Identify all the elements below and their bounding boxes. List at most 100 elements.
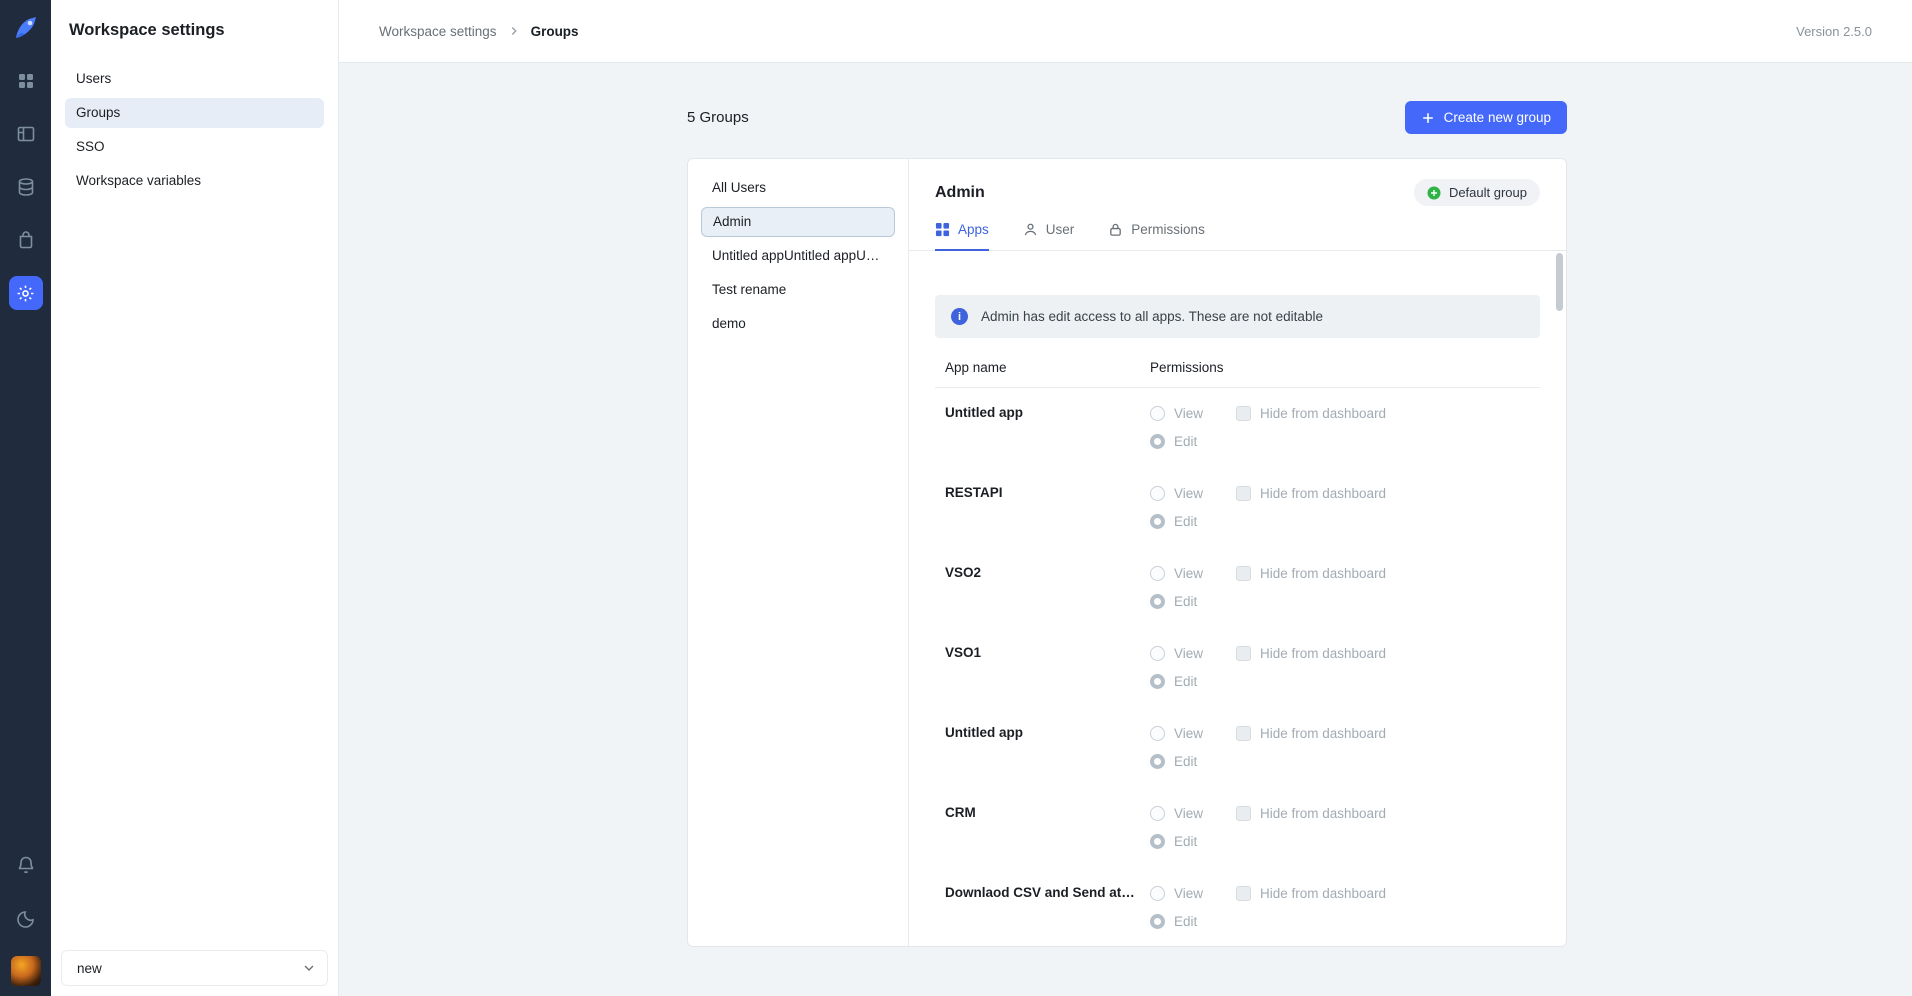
edit-radio-control	[1150, 914, 1165, 929]
info-icon	[951, 308, 968, 325]
sidebar-item-users[interactable]: Users	[65, 64, 324, 94]
group-list-item[interactable]: All Users	[701, 173, 895, 203]
group-title: Admin	[935, 184, 985, 202]
workspace-name: new	[77, 961, 102, 976]
app-permission-row: Untitled appViewEditHide from dashboard	[935, 724, 1540, 770]
group-list-item[interactable]: demo	[701, 309, 895, 339]
create-new-group-button[interactable]: Create new group	[1405, 101, 1567, 134]
group-detail-header: Admin Default group	[909, 159, 1566, 206]
group-list-item[interactable]: Test rename	[701, 275, 895, 305]
edit-radio: Edit	[1150, 432, 1236, 450]
lock-icon	[1108, 222, 1123, 237]
breadcrumb-current: Groups	[531, 24, 579, 39]
control-label: View	[1174, 646, 1203, 661]
checkbox-control	[1236, 486, 1251, 501]
control-label: Edit	[1174, 674, 1197, 689]
page-header: 5 Groups Create new group	[687, 101, 1567, 134]
control-label: Hide from dashboard	[1260, 486, 1386, 501]
tab-permissions[interactable]: Permissions	[1108, 222, 1205, 251]
app-permission-row: VSO2ViewEditHide from dashboard	[935, 564, 1540, 610]
view-radio-control	[1150, 806, 1165, 821]
app-permission-row: Untitled appView Edit Hide from dashboard	[935, 404, 1540, 450]
green-plus-dot-icon	[1427, 186, 1441, 200]
scrollbar-thumb[interactable]	[1556, 253, 1563, 311]
hide-from-dashboard-checkbox: Hide from dashboard	[1236, 404, 1386, 422]
version-label: Version 2.5.0	[1796, 24, 1872, 39]
control-label: Hide from dashboard	[1260, 406, 1386, 421]
main-content: 5 Groups Create new group All Users Admin…	[339, 63, 1912, 996]
control-label: Hide from dashboard	[1260, 566, 1386, 581]
create-button-label: Create new group	[1444, 110, 1551, 125]
control-label: Edit	[1174, 914, 1197, 929]
user-avatar[interactable]	[11, 956, 41, 986]
column-app-name: App name	[945, 360, 1150, 375]
control-label: Hide from dashboard	[1260, 886, 1386, 901]
breadcrumb-root[interactable]: Workspace settings	[379, 24, 497, 39]
dark-mode-moon-icon[interactable]	[9, 902, 43, 936]
group-list-item[interactable]: Untitled appUntitled appUntitle…	[701, 241, 895, 271]
edit-radio: Edit	[1150, 912, 1236, 930]
control-label: Edit	[1174, 594, 1197, 609]
tab-apps[interactable]: Apps	[935, 222, 989, 251]
sidebar-item-groups[interactable]: Groups	[65, 98, 324, 128]
rail-nav	[9, 64, 43, 310]
group-list-item[interactable]: Admin	[701, 207, 895, 237]
edit-radio-control	[1150, 594, 1165, 609]
badge-label: Default group	[1449, 185, 1527, 200]
view-radio: View	[1150, 884, 1236, 902]
grid-icon	[935, 222, 950, 237]
group-detail-pane: Admin Default group AppsUserPermissions …	[909, 159, 1566, 946]
sidebar-item-sso[interactable]: SSO	[65, 132, 324, 162]
hide-from-dashboard-checkbox: Hide from dashboard	[1236, 724, 1386, 742]
groups-count: 5 Groups	[687, 109, 749, 126]
hide-from-dashboard-checkbox: Hide from dashboard	[1236, 884, 1386, 902]
edit-radio: Edit	[1150, 752, 1236, 770]
app-name: Downlaod CSV and Send attac…	[945, 884, 1150, 930]
rail-bottom	[9, 848, 43, 996]
app-rows: Untitled appViewEditHide from dashboardR…	[935, 388, 1540, 930]
view-radio-control	[1150, 566, 1165, 581]
tab-user[interactable]: User	[1023, 222, 1075, 251]
marketplace-icon[interactable]	[9, 223, 43, 257]
control-label: View	[1174, 886, 1203, 901]
app-name: VSO1	[945, 644, 1150, 690]
view-radio: View	[1150, 484, 1236, 502]
checkbox-control	[1236, 806, 1251, 821]
hide-from-dashboard-checkbox: Hide from dashboard	[1236, 644, 1386, 662]
tooljet-logo-icon[interactable]	[12, 14, 40, 42]
tab-label: Permissions	[1131, 222, 1205, 237]
hide-from-dashboard-checkbox: Hide from dashboard	[1236, 484, 1386, 502]
settings-icon[interactable]	[9, 276, 43, 310]
control-label: Hide from dashboard	[1260, 646, 1386, 661]
apps-permissions-panel: Admin has edit access to all apps. These…	[909, 251, 1566, 946]
sidebar-item-workspace-variables[interactable]: Workspace variables	[65, 166, 324, 196]
app-permission-row: VSO1 View Edit Hide from dashboard	[935, 644, 1540, 690]
chevron-down-icon	[301, 960, 317, 976]
control-label: View	[1174, 566, 1203, 581]
notice-banner: Admin has edit access to all apps. These…	[935, 295, 1540, 338]
breadcrumb: Workspace settings Groups	[379, 24, 579, 39]
editor-icon[interactable]	[9, 117, 43, 151]
view-radio-control	[1150, 726, 1165, 741]
database-icon[interactable]	[9, 170, 43, 204]
checkbox-control	[1236, 566, 1251, 581]
sidebar-title: Workspace settings	[51, 0, 338, 40]
app-permission-row: RESTAPIViewEditHide from dashboard	[935, 484, 1540, 530]
control-label: Edit	[1174, 834, 1197, 849]
view-radio-control	[1150, 886, 1165, 901]
checkbox-control	[1236, 406, 1251, 421]
edit-radio-control	[1150, 834, 1165, 849]
settings-sidebar: Workspace settings Users Groups SSO Workspa…	[51, 0, 339, 996]
app-name: CRM	[945, 804, 1150, 850]
notifications-bell-icon[interactable]	[9, 848, 43, 882]
view-radio: View	[1150, 404, 1236, 422]
app-name: Untitled app	[945, 404, 1150, 450]
notice-text: Admin has edit access to all apps. These…	[981, 309, 1323, 324]
view-radio-control	[1150, 646, 1165, 661]
workspace-switcher[interactable]: new	[61, 950, 328, 986]
edit-radio: Edit	[1150, 832, 1236, 850]
apps-icon[interactable]	[9, 64, 43, 98]
view-radio: View	[1150, 644, 1236, 662]
chevron-right-icon	[507, 24, 521, 38]
user-icon	[1023, 222, 1038, 237]
